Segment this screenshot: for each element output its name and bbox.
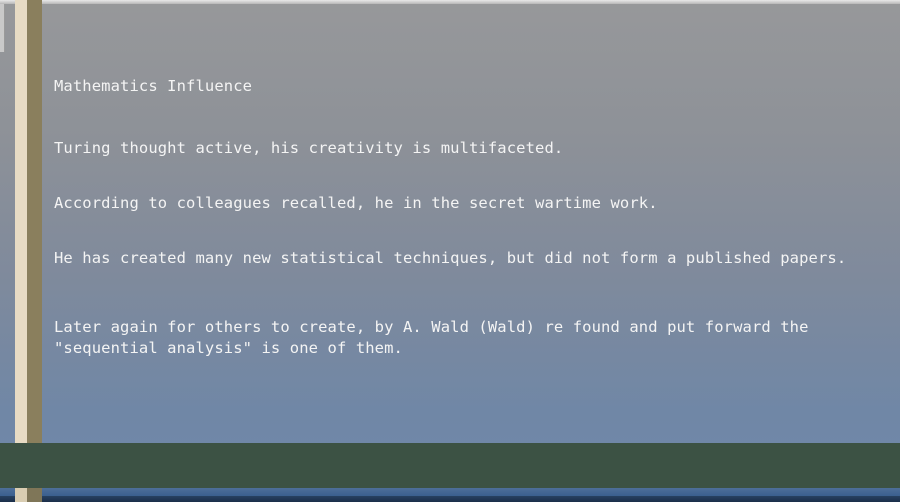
bottom-footer-bar bbox=[0, 443, 900, 488]
presentation-screen: Mathematics Influence Turing thought act… bbox=[0, 0, 900, 502]
left-decorative-stripe-olive bbox=[27, 0, 42, 502]
paragraph-2: According to colleagues recalled, he in … bbox=[54, 194, 658, 212]
bottom-window-edge-shadow bbox=[0, 496, 900, 502]
paragraph-1: Turing thought active, his creativity is… bbox=[54, 139, 564, 157]
left-decorative-stripe-light bbox=[15, 0, 27, 502]
bottom-decorative-stripe-olive bbox=[27, 488, 42, 502]
left-window-edge bbox=[0, 4, 5, 52]
paragraph-3: He has created many new statistical tech… bbox=[54, 249, 847, 267]
slide-title: Mathematics Influence bbox=[54, 77, 253, 95]
paragraph-4: Later again for others to create, by A. … bbox=[54, 318, 818, 357]
slide-content: Mathematics Influence Turing thought act… bbox=[54, 0, 894, 357]
bottom-decorative-stripe-light bbox=[15, 488, 27, 502]
